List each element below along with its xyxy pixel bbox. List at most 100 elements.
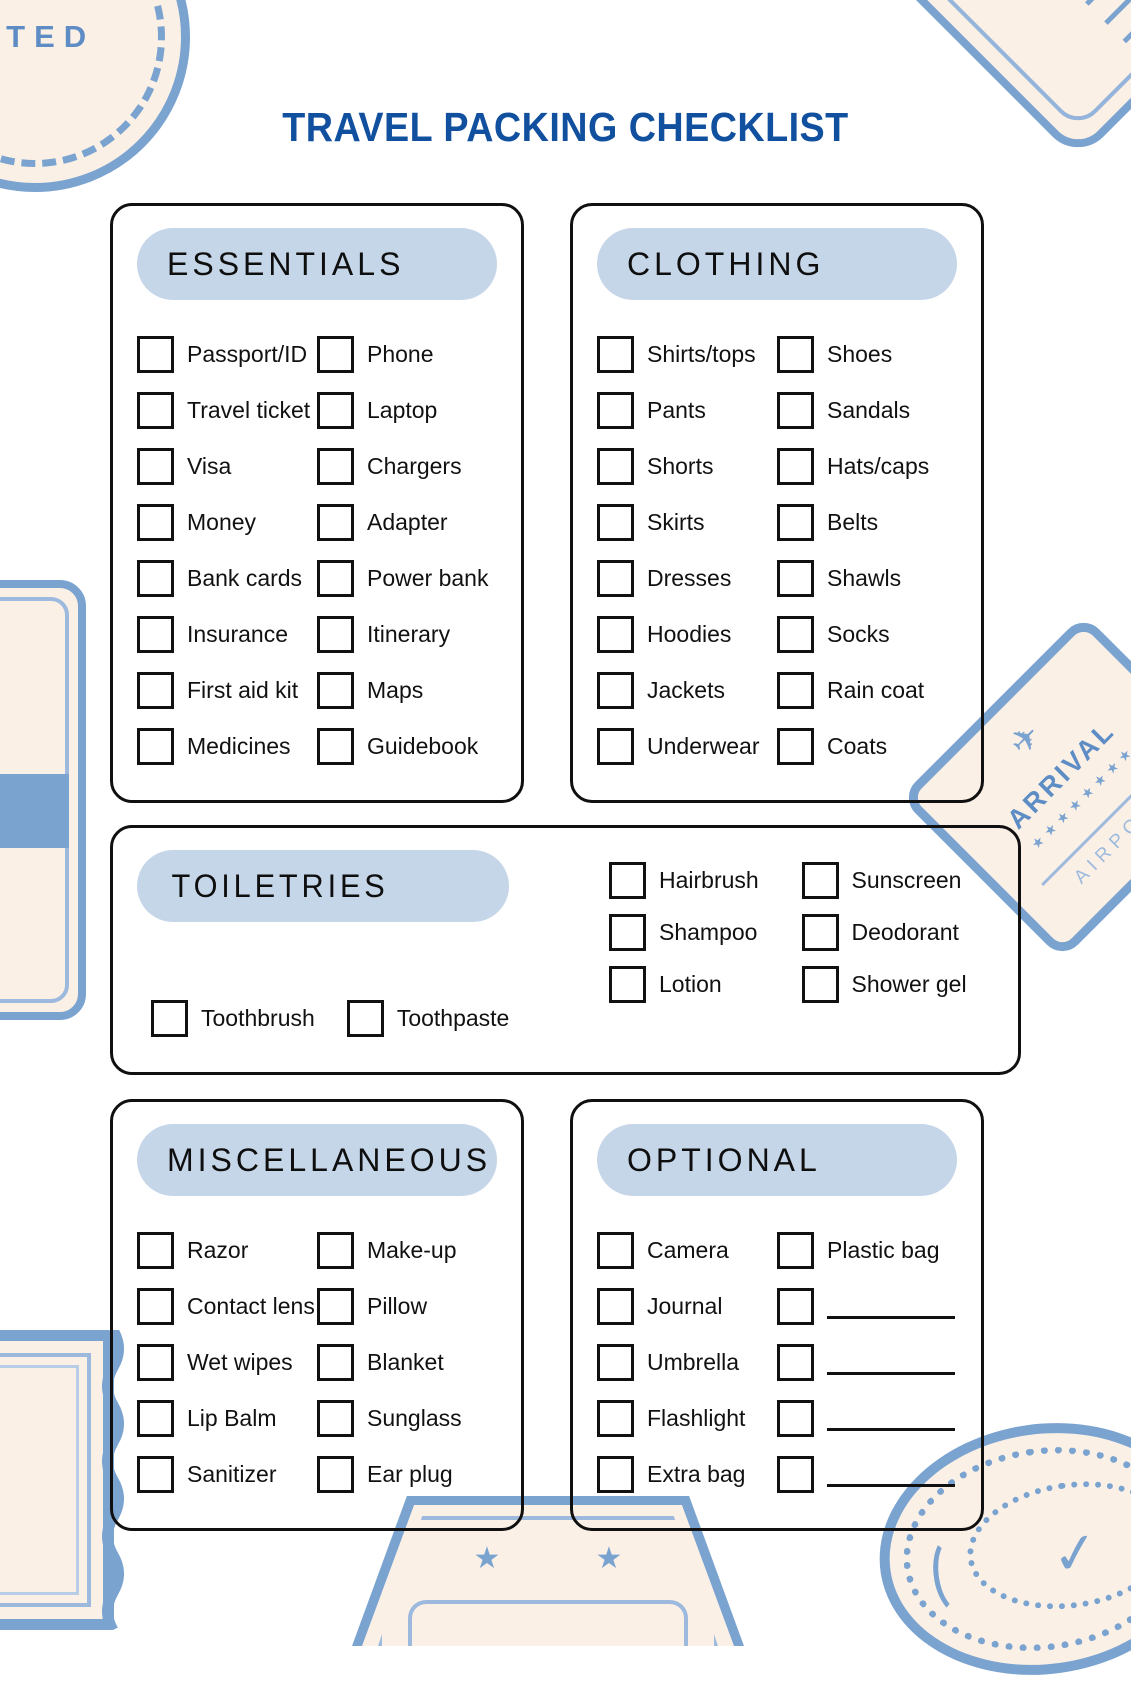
checklist-item[interactable]: Underwear	[597, 718, 777, 774]
checkbox[interactable]	[317, 615, 354, 653]
checklist-item[interactable]: Visa	[137, 438, 317, 494]
checkbox[interactable]	[317, 1287, 354, 1325]
checklist-item[interactable]: Money	[137, 494, 317, 550]
checklist-item[interactable]: Umbrella	[597, 1334, 777, 1390]
checklist-item[interactable]: Pants	[597, 382, 777, 438]
checkbox[interactable]	[777, 727, 814, 765]
checkbox[interactable]	[137, 615, 174, 653]
checklist-item[interactable]: Lotion	[609, 958, 802, 1010]
checkbox[interactable]	[317, 559, 354, 597]
checklist-item[interactable]: Sunscreen	[801, 854, 995, 906]
checkbox[interactable]	[317, 447, 354, 485]
checklist-item[interactable]: Coats	[777, 718, 957, 774]
checklist-item[interactable]: Itinerary	[317, 606, 497, 662]
checklist-item[interactable]: Shower gel	[801, 958, 995, 1010]
checklist-item[interactable]: Hairbrush	[609, 854, 802, 906]
checklist-item[interactable]: Plastic bag	[777, 1222, 957, 1278]
checklist-item[interactable]: Razor	[137, 1222, 317, 1278]
checkbox[interactable]	[137, 503, 174, 541]
checkbox[interactable]	[137, 559, 174, 597]
checkbox[interactable]	[317, 391, 354, 429]
checklist-item[interactable]: Hats/caps	[777, 438, 957, 494]
checkbox[interactable]	[317, 503, 354, 541]
checkbox[interactable]	[777, 1287, 814, 1325]
checkbox[interactable]	[137, 1231, 174, 1269]
checklist-item[interactable]: First aid kit	[137, 662, 317, 718]
checklist-item[interactable]: Dresses	[597, 550, 777, 606]
checklist-item[interactable]: Rain coat	[777, 662, 957, 718]
checkbox[interactable]	[777, 1455, 814, 1493]
write-in-line[interactable]	[827, 1461, 955, 1487]
write-in-line[interactable]	[827, 1405, 955, 1431]
checkbox[interactable]	[597, 447, 634, 485]
checklist-item[interactable]: Make-up	[317, 1222, 497, 1278]
checklist-item[interactable]: Camera	[597, 1222, 777, 1278]
checkbox[interactable]	[597, 335, 634, 373]
checkbox[interactable]	[137, 1343, 174, 1381]
checkbox[interactable]	[777, 503, 814, 541]
checklist-item[interactable]: Power bank	[317, 550, 497, 606]
checkbox[interactable]	[597, 1455, 634, 1493]
checklist-item[interactable]: Phone	[317, 326, 497, 382]
checklist-item[interactable]: Toothpaste	[346, 990, 509, 1046]
checkbox[interactable]	[597, 671, 634, 709]
write-in-line[interactable]	[827, 1349, 955, 1375]
checklist-item[interactable]: Deodorant	[801, 906, 995, 958]
checklist-item[interactable]: Maps	[317, 662, 497, 718]
checkbox[interactable]	[137, 335, 174, 373]
checklist-item[interactable]: Bank cards	[137, 550, 317, 606]
checklist-item[interactable]: Sunglass	[317, 1390, 497, 1446]
checklist-item[interactable]: Chargers	[317, 438, 497, 494]
checklist-item[interactable]: Ear plug	[317, 1446, 497, 1502]
checkbox[interactable]	[777, 1399, 814, 1437]
checkbox[interactable]	[137, 447, 174, 485]
checklist-item[interactable]: Toothbrush	[151, 990, 315, 1046]
checklist-item[interactable]: Shirts/tops	[597, 326, 777, 382]
checklist-item[interactable]	[777, 1390, 957, 1446]
checklist-item[interactable]: Lip Balm	[137, 1390, 317, 1446]
checklist-item[interactable]: Insurance	[137, 606, 317, 662]
checkbox[interactable]	[777, 1343, 814, 1381]
checkbox[interactable]	[609, 965, 646, 1003]
checkbox[interactable]	[597, 559, 634, 597]
checklist-item[interactable]: Socks	[777, 606, 957, 662]
checklist-item[interactable]: Contact lens	[137, 1278, 317, 1334]
checkbox[interactable]	[777, 1231, 814, 1269]
checkbox[interactable]	[317, 1231, 354, 1269]
checkbox[interactable]	[317, 1399, 354, 1437]
checklist-item[interactable]: Jackets	[597, 662, 777, 718]
checklist-item[interactable]	[777, 1446, 957, 1502]
checklist-item[interactable]	[777, 1278, 957, 1334]
checklist-item[interactable]: Blanket	[317, 1334, 497, 1390]
checkbox[interactable]	[317, 1343, 354, 1381]
checkbox[interactable]	[597, 615, 634, 653]
checkbox[interactable]	[597, 1399, 634, 1437]
checklist-item[interactable]: Hoodies	[597, 606, 777, 662]
checklist-item[interactable]: Skirts	[597, 494, 777, 550]
checkbox[interactable]	[801, 861, 839, 899]
checklist-item[interactable]: Shorts	[597, 438, 777, 494]
checklist-item[interactable]: Extra bag	[597, 1446, 777, 1502]
checkbox[interactable]	[597, 1231, 634, 1269]
checkbox[interactable]	[137, 1399, 174, 1437]
checklist-item[interactable]	[777, 1334, 957, 1390]
checklist-item[interactable]: Journal	[597, 1278, 777, 1334]
checklist-item[interactable]: Pillow	[317, 1278, 497, 1334]
checkbox[interactable]	[609, 861, 646, 899]
checkbox[interactable]	[317, 727, 354, 765]
checklist-item[interactable]: Travel ticket	[137, 382, 317, 438]
checkbox[interactable]	[137, 727, 174, 765]
checkbox[interactable]	[777, 559, 814, 597]
checklist-item[interactable]: Medicines	[137, 718, 317, 774]
checkbox[interactable]	[597, 391, 634, 429]
checkbox[interactable]	[317, 335, 354, 373]
checkbox[interactable]	[777, 391, 814, 429]
checkbox[interactable]	[597, 1343, 634, 1381]
checkbox[interactable]	[137, 1287, 174, 1325]
checkbox[interactable]	[801, 913, 839, 951]
checklist-item[interactable]: Guidebook	[317, 718, 497, 774]
checkbox[interactable]	[801, 965, 839, 1003]
checklist-item[interactable]: Flashlight	[597, 1390, 777, 1446]
checkbox[interactable]	[777, 671, 814, 709]
checklist-item[interactable]: Belts	[777, 494, 957, 550]
